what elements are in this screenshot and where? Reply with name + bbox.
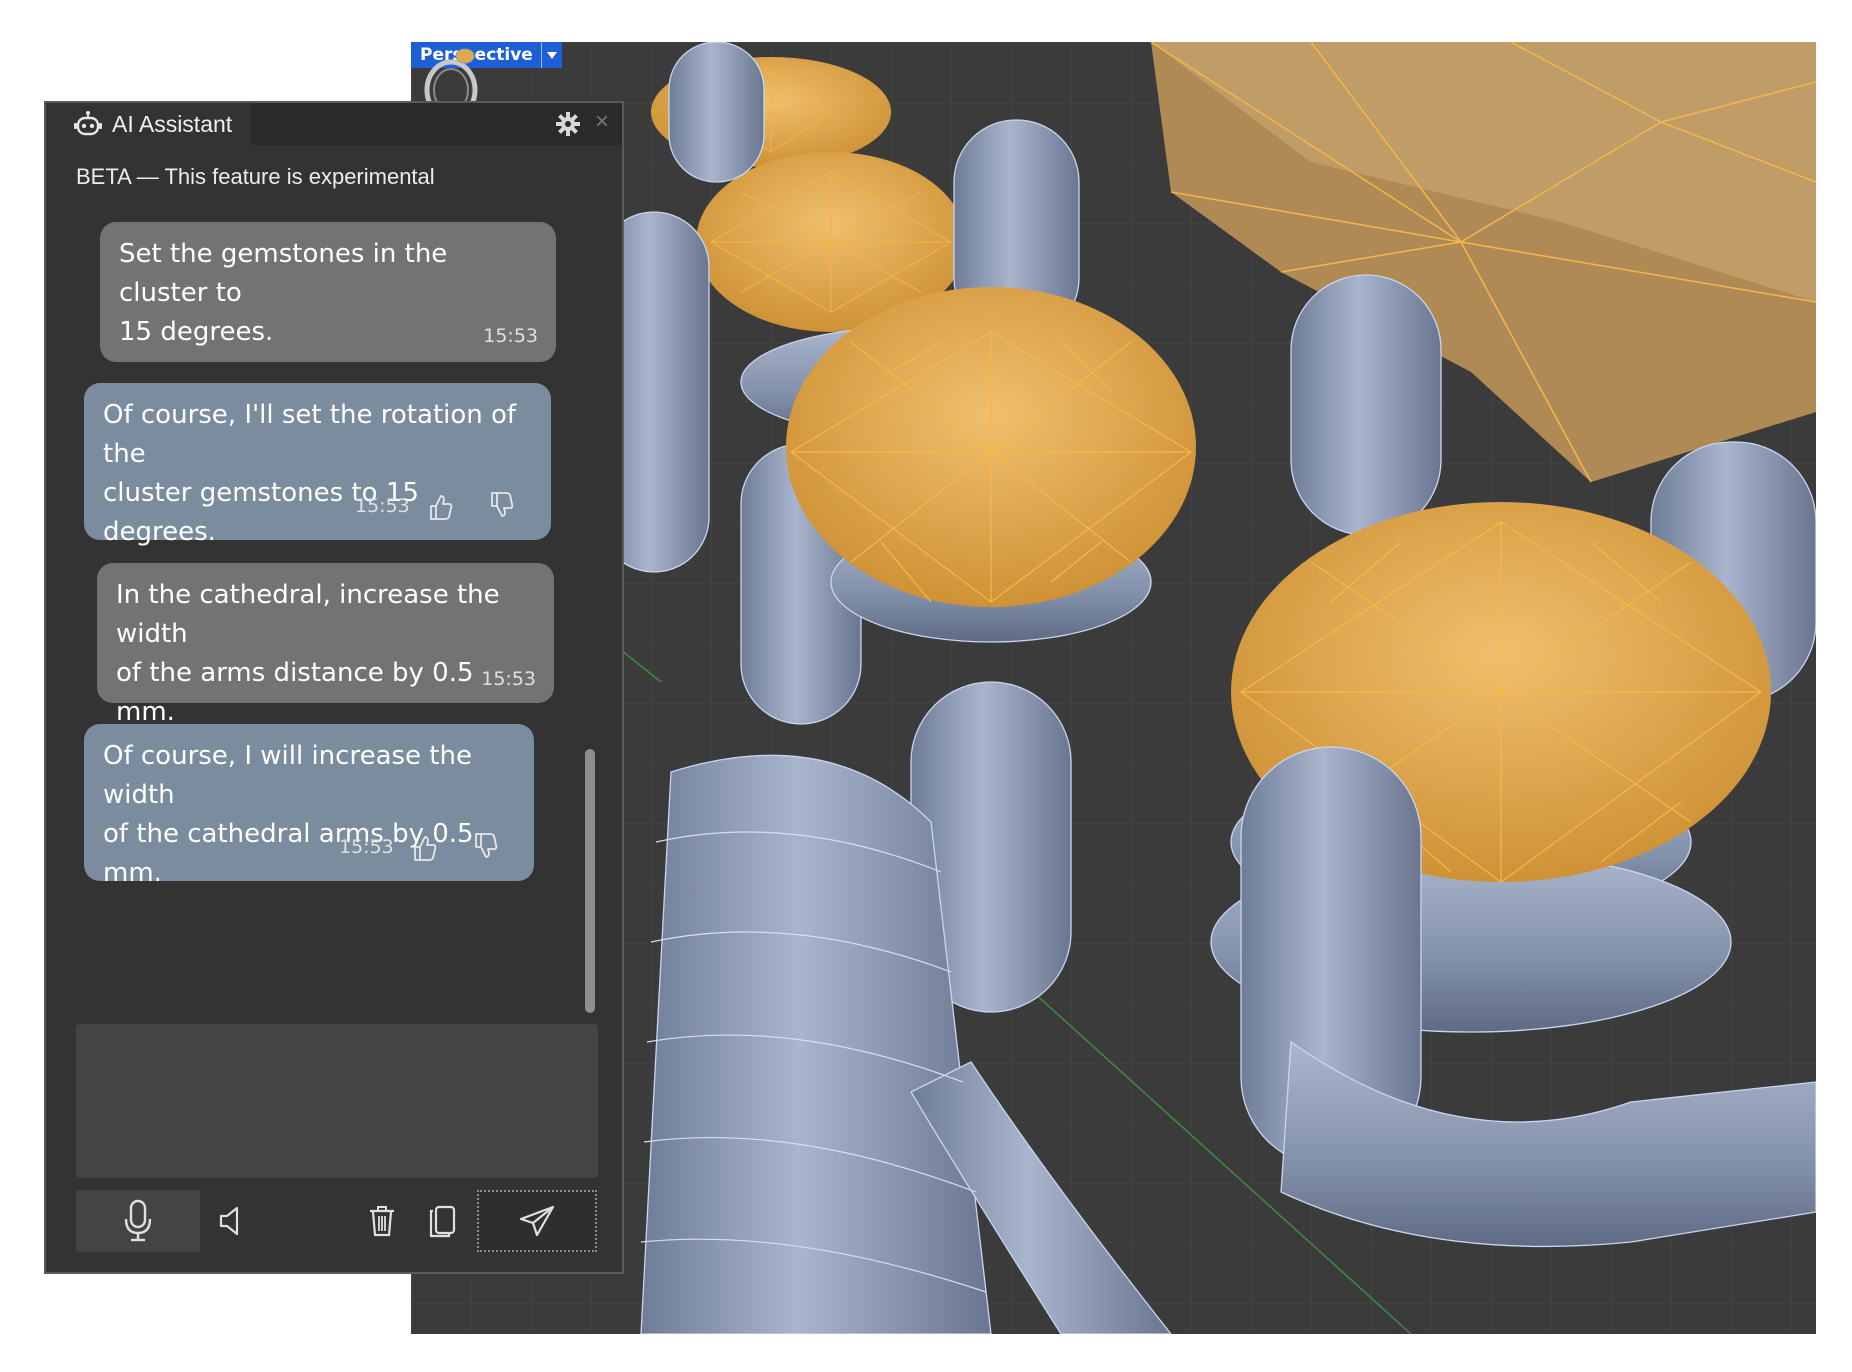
delete-button[interactable]	[362, 1197, 402, 1245]
copy-button[interactable]	[422, 1197, 462, 1245]
beta-notice: BETA — This feature is experimental	[76, 164, 435, 189]
message-timestamp: 15:53	[355, 495, 410, 517]
message-input[interactable]	[76, 1024, 598, 1178]
message-line: Of course, I'll set the rotation of the	[103, 400, 517, 469]
chat-message-assistant: Of course, I'll set the rotation of the …	[84, 383, 551, 547]
message-line: cluster gemstones to 15 degrees.	[103, 478, 419, 547]
message-line: Of course, I will increase the width	[103, 741, 472, 810]
speaker-button[interactable]	[210, 1198, 250, 1244]
copy-icon	[429, 1205, 456, 1238]
thumbs-up-icon[interactable]	[428, 493, 454, 521]
panel-title: AI Assistant	[112, 110, 233, 137]
gear-icon[interactable]	[556, 112, 580, 136]
message-line: Set the gemstones in the cluster to	[119, 239, 448, 308]
chat-message-assistant: Of course, I will increase the width of …	[84, 724, 534, 888]
microphone-icon	[124, 1199, 152, 1242]
chat-message-user: In the cathedral, increase the width of …	[97, 563, 554, 727]
message-line: 15 degrees.	[119, 317, 274, 347]
send-icon	[519, 1205, 555, 1237]
message-line: of the cathedral arms by 0.5 mm.	[103, 819, 474, 888]
trash-icon	[370, 1206, 394, 1237]
message-line: In the cathedral, increase the width	[116, 580, 500, 649]
message-timestamp: 15:53	[483, 325, 538, 347]
speaker-icon	[219, 1206, 239, 1236]
ai-assistant-panel: AI Assistant × BETA — This feature is ex…	[44, 101, 624, 1274]
panel-titlebar: AI Assistant ×	[46, 103, 622, 145]
message-timestamp: 15:53	[339, 836, 394, 858]
message-timestamp: 15:53	[481, 668, 536, 690]
chat-message-user: Set the gemstones in the cluster to 15 d…	[100, 222, 556, 362]
close-icon[interactable]: ×	[595, 108, 609, 136]
tab-ai-assistant[interactable]: AI Assistant	[46, 103, 252, 145]
send-button[interactable]	[477, 1190, 597, 1252]
chat-scrollbar[interactable]	[585, 749, 595, 1013]
thumbs-down-icon[interactable]	[489, 491, 515, 519]
triangle-down-icon[interactable]	[540, 42, 562, 68]
thumbs-up-icon[interactable]	[412, 834, 438, 862]
microphone-button[interactable]	[76, 1190, 200, 1252]
robot-icon	[74, 111, 102, 136]
message-line: of the arms distance by 0.5 mm.	[116, 658, 474, 727]
thumbs-down-icon[interactable]	[473, 832, 499, 860]
